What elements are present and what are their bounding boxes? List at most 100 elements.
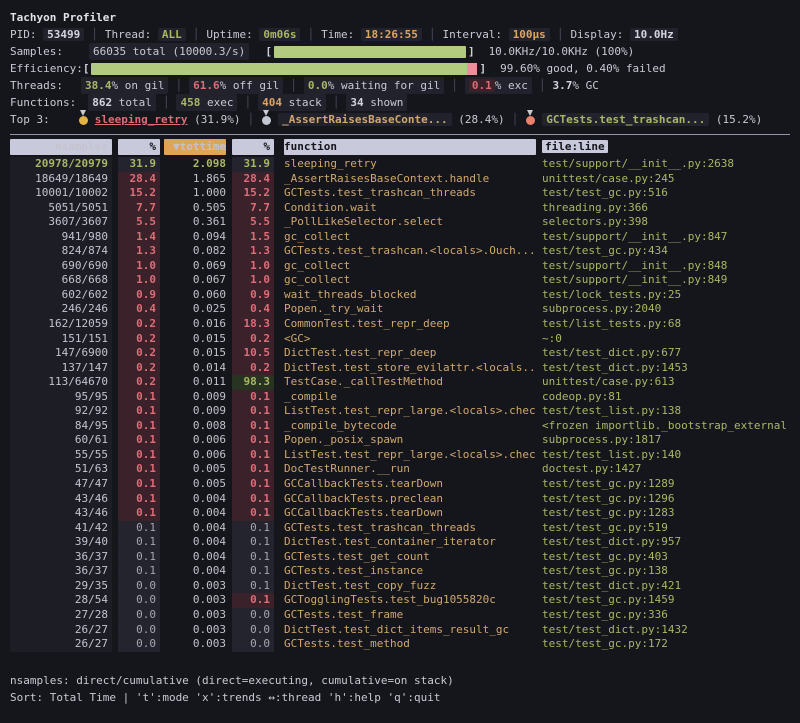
table-row[interactable]: 36/370.10.0040.1GCTests.test_get_countte… [10,550,790,565]
table-row[interactable]: 113/646700.20.01198.3TestCase._callTestM… [10,375,790,390]
table-row[interactable]: 246/2460.40.0250.4Popen._try_waitsubproc… [10,302,790,317]
table-row[interactable]: 43/460.10.0040.1GCCallbackTests.tearDown… [10,506,790,521]
cell-tottime: 0.009 [164,390,226,405]
cell-function: gc_collect [284,273,536,288]
cell-function: wait_threads_blocked [284,288,536,303]
threads-segment-value: 61.6 [193,79,220,92]
table-row[interactable]: 36/370.10.0040.1GCTests.test_instancetes… [10,564,790,579]
cell-tottime: 0.003 [164,593,226,608]
table-row[interactable]: 51/630.10.0050.1DocTestRunner.__rundocte… [10,462,790,477]
cell-tottime: 0.069 [164,259,226,274]
cell-file-line: test/support/__init__.py:2638 [542,157,790,172]
table-row[interactable]: 27/280.00.0030.0GCTests.test_frametest/t… [10,608,790,623]
cell-pct-direct: 0.0 [118,608,160,623]
profiler-app: Tachyon Profiler PID: 53499│Thread: ALL│… [0,0,800,706]
cell-function: _AssertRaisesBaseContext.handle [284,172,536,187]
cell-file-line: selectors.py:398 [542,215,790,230]
cell-function: GCCallbackTests.tearDown [284,506,536,521]
footer-legend: nsamples: direct/cumulative (direct=exec… [10,672,790,689]
table-row[interactable]: 668/6681.00.0671.0gc_collecttest/support… [10,273,790,288]
info-segment-pid: PID: 53499 [10,26,84,43]
cell-pct-cumulative: 0.1 [232,521,274,536]
cell-nsamples: 28/54 [10,593,112,608]
table-row[interactable]: 26/270.00.0030.0GCTests.test_methodtest/… [10,637,790,652]
cell-function: sleeping_retry [284,157,536,172]
cell-function: GCCallbackTests.tearDown [284,477,536,492]
cell-pct-cumulative: 1.5 [232,230,274,245]
table-row[interactable]: 84/950.10.0080.1_compile_bytecode<frozen… [10,419,790,434]
cell-nsamples: 95/95 [10,390,112,405]
table-row[interactable]: 60/610.10.0060.1Popen._posix_spawnsubpro… [10,433,790,448]
cell-pct-direct: 0.1 [118,564,160,579]
cell-tottime: 0.008 [164,419,226,434]
column-header-nsamples[interactable]: nsamples [10,139,112,155]
table-row[interactable]: 3607/36075.50.3615.5_PollLikeSelector.se… [10,215,790,230]
cell-tottime: 0.505 [164,201,226,216]
info-segment-display: Display: 10.0Hz [570,26,677,43]
cell-function: <GC> [284,332,536,347]
threads-segment-suffix: % GC [572,79,599,92]
table-row[interactable]: 39/400.10.0040.1DictTest.test_container_… [10,535,790,550]
table-row[interactable]: 47/470.10.0050.1GCCallbackTests.tearDown… [10,477,790,492]
table-row[interactable]: 26/270.00.0030.0DictTest.test_dict_items… [10,623,790,638]
top3-item[interactable]: _AssertRaisesBaseConte... (28.4%) [261,111,505,128]
cell-nsamples: 137/147 [10,361,112,376]
cell-file-line: test/test_dict.py:1453 [542,361,790,376]
table-row[interactable]: 941/9801.40.0941.5gc_collecttest/support… [10,230,790,245]
cell-function: GCTests.test_instance [284,564,536,579]
column-header-tottime-sorted[interactable]: ▼tottime [164,139,226,155]
cell-pct-cumulative: 28.4 [232,172,274,187]
cell-file-line: ~:0 [542,332,790,347]
cell-pct-direct: 0.2 [118,361,160,376]
table-row[interactable]: 18649/1864928.41.86528.4_AssertRaisesBas… [10,172,790,187]
cell-nsamples: 47/47 [10,477,112,492]
table-row[interactable]: 10001/1000215.21.00015.2GCTests.test_tra… [10,186,790,201]
functions-segment-suffix: shown [364,96,404,109]
cell-pct-cumulative: 0.1 [232,492,274,507]
cell-file-line: test/test_gc.py:519 [542,521,790,536]
column-header-file-line[interactable]: file:line [542,139,790,155]
cell-file-line: test/test_gc.py:336 [542,608,790,623]
cell-function: gc_collect [284,259,536,274]
cell-pct-cumulative: 0.9 [232,288,274,303]
table-row[interactable]: 95/950.10.0090.1_compilecodeop.py:81 [10,390,790,405]
column-header-pct-direct[interactable]: % [118,139,160,155]
top3-line: Top 3: sleeping_retry (31.9%)│_AssertRai… [10,111,790,128]
table-row[interactable]: 41/420.10.0040.1GCTests.test_trashcan_th… [10,521,790,536]
cell-nsamples: 18649/18649 [10,172,112,187]
cell-tottime: 0.067 [164,273,226,288]
top3-item[interactable]: sleeping_retry (31.9%) [78,111,241,128]
table-row[interactable]: 162/120590.20.01618.3CommonTest.test_rep… [10,317,790,332]
column-header-function[interactable]: function [284,139,536,155]
table-row[interactable]: 5051/50517.70.5057.7Condition.waitthread… [10,201,790,216]
column-header-pct-cumulative[interactable]: % [232,139,274,155]
samples-total: 66035 total (10000.3/s) [89,43,249,60]
cell-tottime: 0.006 [164,433,226,448]
samples-label: Samples: [10,43,63,60]
cell-file-line: test/test_dict.py:421 [542,579,790,594]
table-row[interactable]: 28/540.00.0030.1GCTogglingTests.test_bug… [10,593,790,608]
top3-item[interactable]: GCTests.test_trashcan... (15.2%) [525,111,762,128]
table-row[interactable]: 690/6901.00.0691.0gc_collecttest/support… [10,259,790,274]
table-row[interactable]: 151/1510.20.0150.2<GC>~:0 [10,332,790,347]
table-row[interactable]: 824/8741.30.0821.3GCTests.test_trashcan.… [10,244,790,259]
table-row[interactable]: 43/460.10.0040.1GCCallbackTests.preclean… [10,492,790,507]
table-row[interactable]: 92/920.10.0090.1ListTest.test_repr_large… [10,404,790,419]
table-row[interactable]: 29/350.00.0030.1DictTest.test_copy_fuzzt… [10,579,790,594]
table-row[interactable]: 55/550.10.0060.1ListTest.test_repr_large… [10,448,790,463]
functions-line: Functions: 862 total│458 exec│404 stack│… [10,94,790,111]
cell-file-line: test/list_tests.py:68 [542,317,790,332]
functions-segment-suffix: exec [200,96,233,109]
table-row[interactable]: 20978/2097931.92.09831.9sleeping_retryte… [10,157,790,172]
cell-pct-cumulative: 1.0 [232,259,274,274]
cell-pct-direct: 0.1 [118,550,160,565]
separator-bar: │ [175,77,182,94]
cell-tottime: 2.098 [164,157,226,172]
table-row[interactable]: 147/69000.20.01510.5DictTest.test_repr_d… [10,346,790,361]
table-row[interactable]: 602/6020.90.0600.9wait_threads_blockedte… [10,288,790,303]
samples-bar-open-bracket: [ [265,43,272,60]
table-row[interactable]: 137/1470.20.0140.2DictTest.test_store_ev… [10,361,790,376]
cell-function: DictTest.test_store_evilattr.<locals... [284,361,536,376]
cell-pct-cumulative: 0.1 [232,390,274,405]
threads-segment-suffix: % waiting for gil [328,79,441,92]
